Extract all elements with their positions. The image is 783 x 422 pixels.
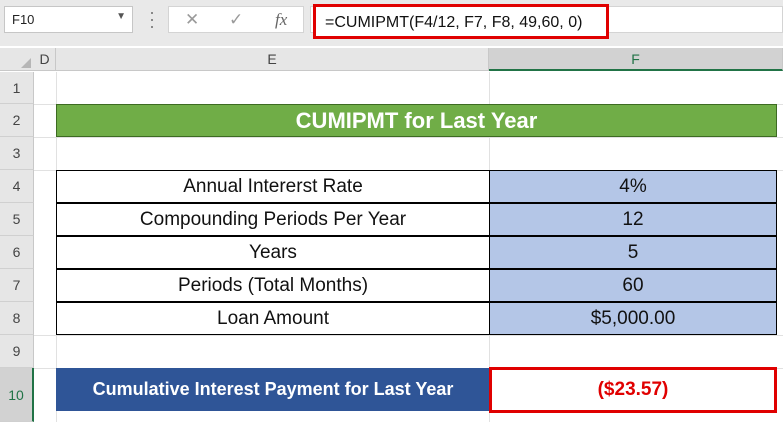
row-header-5[interactable]: 5	[0, 203, 34, 236]
sheet-title[interactable]: CUMIPMT for Last Year	[56, 104, 777, 137]
name-box-value: F10	[12, 12, 35, 27]
name-box[interactable]: F10 ▼	[4, 6, 133, 33]
table-value-cell[interactable]: $5,000.00	[489, 302, 777, 335]
table-label-cell[interactable]: Periods (Total Months)	[56, 269, 490, 302]
table-label-cell[interactable]: Compounding Periods Per Year	[56, 203, 490, 236]
table-label-cell[interactable]: Loan Amount	[56, 302, 490, 335]
result-label-cell[interactable]: Cumulative Interest Payment for Last Yea…	[56, 368, 490, 411]
grid-line	[34, 137, 783, 138]
column-header-e[interactable]: E	[56, 48, 489, 71]
cancel-icon[interactable]: ✕	[185, 10, 199, 30]
table-label-cell[interactable]: Years	[56, 236, 490, 269]
row-header-8[interactable]: 8	[0, 302, 34, 335]
column-header-bar: D E F	[0, 48, 783, 71]
formula-buttons: ✕ ✓ fx	[168, 6, 304, 33]
check-icon[interactable]: ✓	[229, 10, 243, 30]
grid-line	[34, 335, 783, 336]
row-header-9[interactable]: 9	[0, 335, 34, 368]
select-all-corner[interactable]	[0, 48, 34, 71]
function-icon[interactable]: fx	[275, 10, 287, 30]
row-header-7[interactable]: 7	[0, 269, 34, 302]
formula-text[interactable]: =CUMIPMT(F4/12, F7, F8, 49,60, 0)	[313, 4, 609, 39]
row-header-2[interactable]: 2	[0, 104, 34, 137]
column-header-d[interactable]: D	[34, 48, 56, 71]
result-value-cell[interactable]: ($23.57)	[489, 367, 777, 413]
row-header-3[interactable]: 3	[0, 137, 34, 170]
row-header-6[interactable]: 6	[0, 236, 34, 269]
row-header-1[interactable]: 1	[0, 72, 34, 104]
table-value-cell[interactable]: 5	[489, 236, 777, 269]
table-value-cell[interactable]: 60	[489, 269, 777, 302]
row-header-4[interactable]: 4	[0, 170, 34, 203]
table-value-cell[interactable]: 12	[489, 203, 777, 236]
row-header-10[interactable]: 10	[0, 368, 34, 422]
table-value-cell[interactable]: 4%	[489, 170, 777, 203]
drag-handle[interactable]	[150, 12, 154, 28]
column-header-f[interactable]: F	[489, 48, 783, 71]
chevron-down-icon[interactable]: ▼	[116, 11, 126, 22]
table-label-cell[interactable]: Annual Intererst Rate	[56, 170, 490, 203]
